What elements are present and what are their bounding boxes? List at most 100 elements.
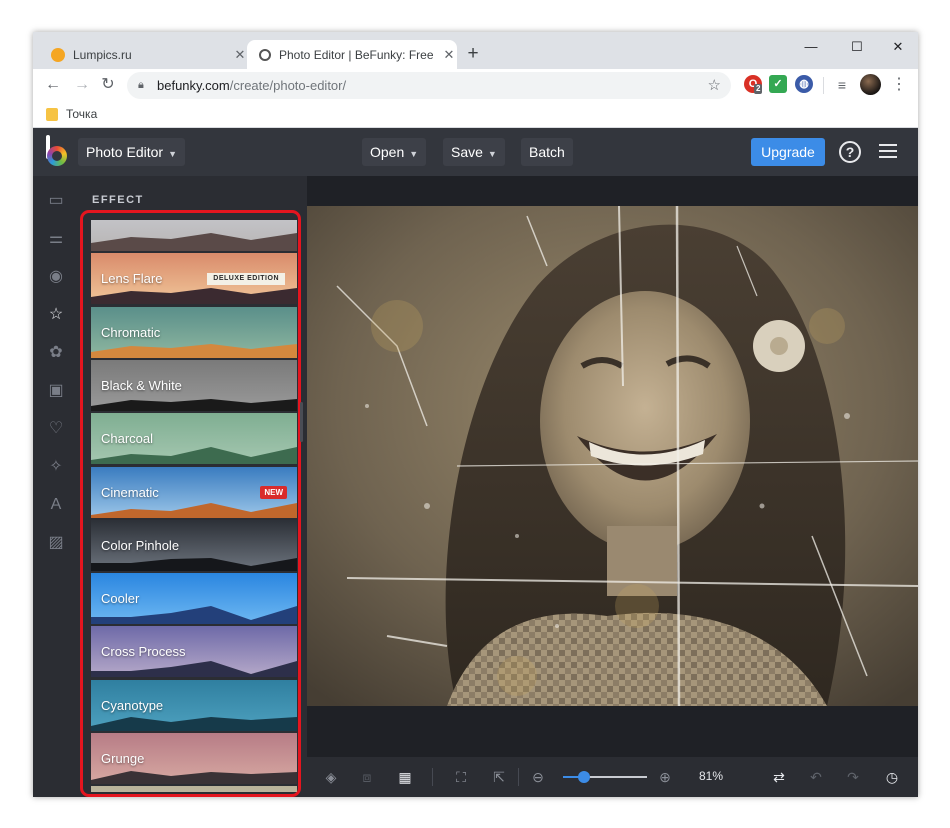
url-path: /create/photo-editor/ [229,78,347,93]
effects-list: Lens Flare DELUXE EDITION Chromatic Black &… [91,220,297,792]
upgrade-button[interactable]: Upgrade [751,138,825,166]
zoom-slider[interactable] [563,776,647,778]
edit-sliders-icon[interactable]: ⚌ [47,230,65,248]
chevron-down-icon: ▼ [168,149,177,159]
effect-thumbnail[interactable] [91,786,297,792]
effect-thumbnail[interactable]: Charcoal [91,413,297,465]
back-arrow-icon[interactable]: ← [41,73,65,97]
chevron-down-icon: ▼ [409,149,419,159]
address-bar[interactable]: 🔒︎ befunky.com/create/photo-editor/ ☆ [127,72,731,99]
open-label: Open [370,144,405,160]
tab-title: Lumpics.ru [73,47,132,62]
plus-icon[interactable]: + [461,42,485,66]
folder-icon [46,108,58,121]
close-tab-icon[interactable]: ✕ [441,47,457,63]
effect-thumbnail[interactable]: Color Pinhole [91,519,297,571]
effect-thumbnail[interactable]: Black & White [91,359,297,411]
image-manager-icon[interactable]: ▭ [47,192,65,210]
new-badge: NEW [260,485,287,499]
save-label: Save [451,144,483,160]
redo-icon[interactable]: ↷ [844,768,862,786]
photo-editor-dropdown[interactable]: Photo Editor ▼ [78,138,185,166]
artsy-icon[interactable]: ✿ [47,344,65,362]
save-button[interactable]: Save ▼ [443,138,505,166]
frames-icon[interactable]: ▣ [47,382,65,400]
effect-thumbnail[interactable]: Grunge [91,733,297,784]
effect-thumbnail[interactable]: Cinematic NEW [91,466,297,518]
edited-photo[interactable] [307,206,918,706]
tab-lumpics[interactable]: Lumpics.ru ✕ [43,40,248,69]
hamburger-menu-icon[interactable] [879,144,897,158]
batch-button[interactable]: Batch [521,138,573,166]
photo-image [307,206,918,706]
effect-label: Cooler [101,591,140,607]
extension-red-icon[interactable]: O 2 [744,75,763,94]
textures-icon[interactable]: ▨ [47,534,65,552]
effect-label: Cross Process [101,644,186,660]
compare-icon[interactable]: ⇄ [770,768,788,786]
close-window-icon[interactable]: ✕ [878,34,918,60]
effect-label: Color Pinhole [101,537,180,553]
effect-thumbnail[interactable]: Cross Process [91,626,297,678]
close-tab-icon[interactable]: ✕ [232,47,248,63]
effect-label: Charcoal [101,431,154,447]
tab-title: Photo Editor | BeFunky: Free Onli [279,47,435,62]
crop-disabled-icon: ⧈ [362,769,372,785]
panel-title: EFFECT [92,194,144,206]
extension-globe-icon[interactable]: ◍ [795,75,813,93]
overlays-icon[interactable]: ✧ [47,458,65,476]
expand-icon[interactable]: ⇱ [490,768,508,786]
effect-label: Lens Flare [101,271,163,287]
help-icon[interactable]: ? [839,141,861,163]
zoom-in-icon[interactable]: ⊕ [656,768,674,786]
photo-editor-label: Photo Editor [86,144,164,160]
effect-thumbnail[interactable]: Cooler [91,573,297,625]
reading-list-icon[interactable]: ≡ [830,73,854,97]
browser-toolbar: ← → ↻ 🔒︎ befunky.com/create/photo-editor… [33,69,918,102]
bookmark-star-icon[interactable]: ☆ [708,72,721,99]
open-button[interactable]: Open ▼ [362,138,427,166]
tab-strip: Lumpics.ru ✕ Photo Editor | BeFunky: Fre… [33,32,918,69]
undo-icon[interactable]: ↶ [807,768,825,786]
bookmarks-bar: Точка [33,102,918,128]
layers-icon[interactable]: ◈ [322,768,340,786]
canvas-area [307,176,918,757]
effect-thumbnail[interactable]: Lens Flare DELUXE EDITION [91,253,297,305]
toolbar-divider [823,77,824,94]
minimize-icon[interactable]: — [791,34,831,60]
toolbar-divider [518,768,519,786]
browser-window: Lumpics.ru ✕ Photo Editor | BeFunky: Fre… [33,32,918,797]
effects-star-icon[interactable]: ☆ [47,306,65,324]
fit-screen-icon[interactable]: ⛶ [452,768,470,786]
thumbnail-landscape [91,233,297,251]
effect-thumbnail[interactable]: Cyanotype [91,679,297,731]
panel-scrollbar[interactable] [300,402,303,442]
layout-icon[interactable]: ▦ [396,768,414,786]
more-menu-icon[interactable]: ⋮ [891,73,907,97]
deluxe-edition-badge: DELUXE EDITION [207,273,285,286]
bookmark-item[interactable]: Точка [66,107,97,121]
tool-rail: ▭ ⚌ ◉ ☆ ✿ ▣ ♡ ✧ A ▨ [33,176,79,797]
extension-check-icon[interactable]: ✓ [769,75,787,93]
lock-icon: 🔒︎ [138,79,144,91]
reload-icon[interactable]: ↻ [96,73,120,97]
text-icon[interactable]: A [47,496,65,514]
tab-photo-editor[interactable]: Photo Editor | BeFunky: Free Onli ✕ [247,40,457,69]
forward-arrow-icon[interactable]: → [70,73,94,97]
effect-thumbnail[interactable] [91,220,297,251]
extension-badge: 2 [754,84,763,94]
app-header: Photo Editor ▼ Open ▼ Save ▼ Batch Upgrade … [33,128,918,176]
history-icon[interactable]: ◷ [883,768,901,786]
graphics-heart-icon[interactable]: ♡ [47,420,65,438]
profile-avatar[interactable] [860,74,881,95]
effect-label: Cinematic [101,484,159,500]
zoom-out-icon[interactable]: ⊖ [529,768,547,786]
befunky-logo-icon[interactable] [46,135,68,167]
touch-up-eye-icon[interactable]: ◉ [47,268,65,286]
maximize-icon[interactable]: ☐ [837,34,877,60]
befunky-favicon-icon [259,48,271,61]
chevron-down-icon: ▼ [487,149,497,159]
zoom-knob[interactable] [578,771,590,783]
effect-thumbnail[interactable]: Chromatic [91,306,297,358]
effect-label: Grunge [101,751,145,766]
